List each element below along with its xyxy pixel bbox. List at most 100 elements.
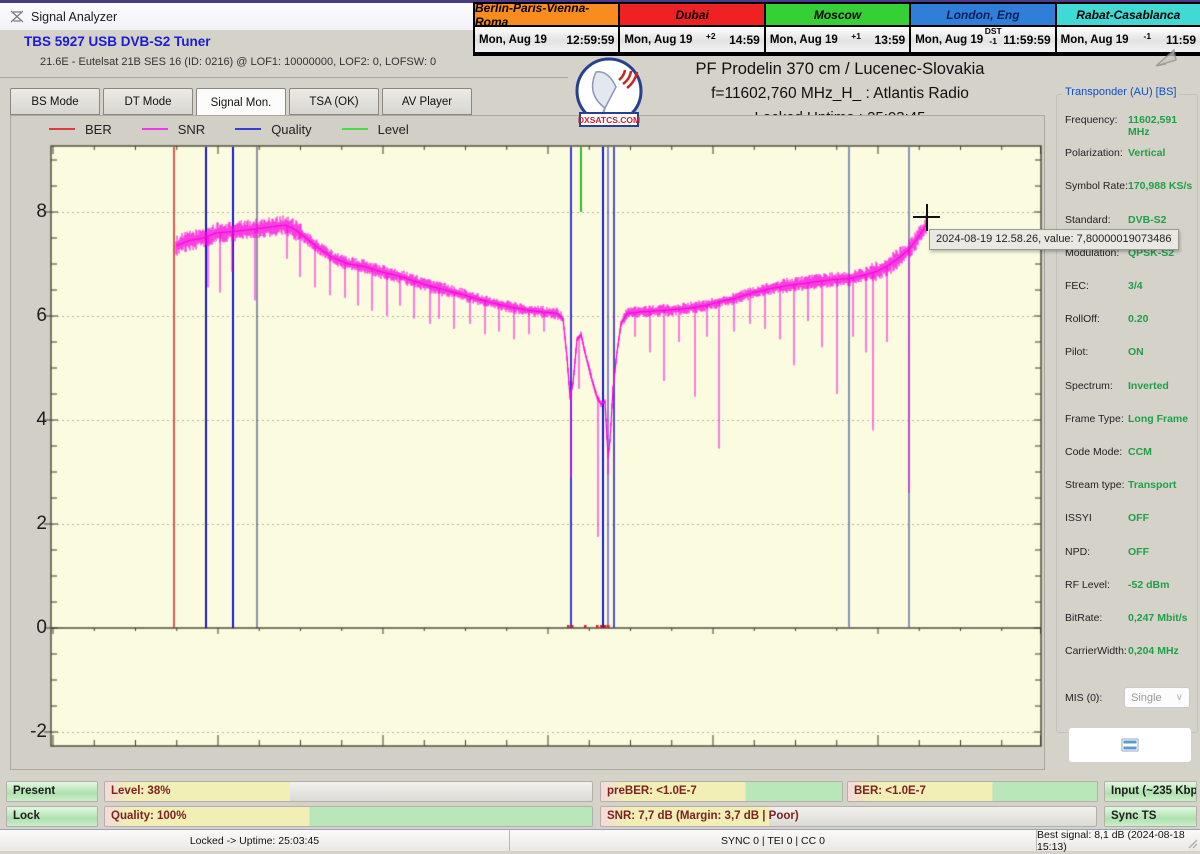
meter-syncts: Sync TS <box>1104 806 1197 827</box>
clock-city: London, Eng <box>911 4 1054 25</box>
transponder-row-symbol-rate-: Symbol Rate:170,988 KS/s <box>1056 180 1196 195</box>
clock-moscow: MoscowMon, Aug 19+113:59 <box>764 4 909 54</box>
clock-date: Mon, Aug 19 <box>770 34 838 46</box>
clock-city: Rabat-Casablanca <box>1057 4 1200 25</box>
legend-line-sample <box>49 128 75 130</box>
tab-av-player[interactable]: AV Player <box>382 88 472 115</box>
tab-bs-mode[interactable]: BS Mode <box>10 88 100 115</box>
clock-date: Mon, Aug 19 <box>915 34 983 46</box>
signal-chart[interactable] <box>41 140 1046 771</box>
clock-london-eng: London, EngMon, Aug 19DST -111:59:59 <box>909 4 1054 54</box>
field-value: Transport <box>1128 479 1176 491</box>
field-label: Code Mode: <box>1065 446 1122 458</box>
meter-label: Quality: 100% <box>111 807 186 826</box>
chart-legend: BERSNRQualityLevel <box>49 118 409 140</box>
clock-time: 13:59 <box>875 33 906 47</box>
meter-input: Input (~235 Kbps) <box>1104 781 1197 802</box>
tab-dt-mode[interactable]: DT Mode <box>103 88 193 115</box>
legend-level: Level <box>342 122 409 137</box>
meter-label: Present <box>13 782 55 801</box>
field-label: Frame Type: <box>1065 413 1124 425</box>
legend-label: Level <box>378 122 409 137</box>
window-title: Signal Analyzer <box>31 10 117 24</box>
transponder-list-button[interactable] <box>1068 727 1192 763</box>
meter-label: Input (~235 Kbps) <box>1111 782 1197 801</box>
tab-signal-mon-[interactable]: Signal Mon. <box>196 88 286 117</box>
app-icon <box>10 10 24 23</box>
field-value: 11602,591 MHz <box>1128 114 1196 138</box>
chart-tooltip: 2024-08-19 12.58.26, value: 7,8000001907… <box>929 229 1179 250</box>
field-label: RollOff: <box>1065 313 1100 325</box>
mode-tabs: BS ModeDT ModeSignal Mon.TSA (OK)AV Play… <box>10 88 472 117</box>
clock-time-row: Mon, Aug 19 12:59:59 <box>475 25 618 52</box>
field-label: BitRate: <box>1065 612 1102 624</box>
field-value: 0,247 Mbit/s <box>1128 612 1188 624</box>
meter-ber: BER: <1.0E-7 <box>847 781 1098 802</box>
meter-lock: Lock <box>6 806 98 827</box>
clock-date: Mon, Aug 19 <box>479 34 547 46</box>
field-value: 170,988 KS/s <box>1128 180 1192 192</box>
field-label: ISSYI <box>1065 512 1092 524</box>
transponder-row-stream-type-: Stream type:Transport <box>1056 479 1196 494</box>
clock-time-row: Mon, Aug 19DST -111:59:59 <box>911 25 1054 52</box>
clock-time: 12:59:59 <box>566 33 614 47</box>
tuner-details: 21.6E - Eutelsat 21B SES 16 (ID: 0216) @… <box>40 56 436 68</box>
clock-utc-offset: DST -1 <box>983 26 1003 46</box>
legend-line-sample <box>235 128 261 130</box>
clock-time-row: Mon, Aug 19+113:59 <box>766 25 909 52</box>
clock-city: Berlin-Paris-Vienna-Roma <box>475 4 618 25</box>
transponder-title: Transponder (AU) [BS] <box>1062 86 1179 98</box>
meter-label: BER: <1.0E-7 <box>854 782 926 801</box>
transponder-row-rolloff-: RollOff:0.20 <box>1056 313 1196 328</box>
transponder-row-bitrate-: BitRate: 0,247 Mbit/s <box>1056 612 1196 627</box>
clock-date: Mon, Aug 19 <box>624 34 692 46</box>
dxsatcs-logo: DXSATCS.COM <box>572 56 646 132</box>
status-sync-counters: SYNC 0 | TEI 0 | CC 0 <box>510 830 1037 851</box>
world-clocks: Berlin-Paris-Vienna-Roma Mon, Aug 19 12:59… <box>473 2 1200 56</box>
transponder-row-rf-level-: RF Level:-52 dBm <box>1056 579 1196 594</box>
clock-date: Mon, Aug 19 <box>1061 34 1129 46</box>
clock-time: 11:59 <box>1166 33 1196 47</box>
resize-grip-icon <box>1188 836 1198 854</box>
transponder-row-code-mode-: Code Mode:CCM <box>1056 446 1196 461</box>
transponder-row-frame-type-: Frame Type:Long Frame <box>1056 413 1196 428</box>
transponder-row-spectrum-: Spectrum:Inverted <box>1056 380 1196 395</box>
meter-label: Lock <box>13 807 40 826</box>
list-icon <box>1121 738 1139 752</box>
meter-snr: SNR: 7,7 dB (Margin: 3,7 dB | Poor) <box>600 806 1097 827</box>
clock-utc-offset: +1 <box>838 31 875 41</box>
clock-time: 14:59 <box>729 33 760 47</box>
tuner-name: TBS 5927 USB DVB-S2 Tuner <box>24 34 211 49</box>
transponder-row-pilot-: Pilot:ON <box>1056 346 1196 361</box>
field-value: DVB-S2 <box>1128 214 1167 226</box>
meter-preber: preBER: <1.0E-7 <box>600 781 843 802</box>
meter-present: Present <box>6 781 98 802</box>
field-label: NPD: <box>1065 546 1090 558</box>
legend-line-sample <box>142 128 168 130</box>
legend-label: Quality <box>271 122 311 137</box>
transponder-row-frequency-: Frequency:11602,591 MHz <box>1056 114 1196 129</box>
field-label: FEC: <box>1065 280 1089 292</box>
status-uptime: Locked -> Uptime: 25:03:45 <box>0 830 510 851</box>
field-label: Frequency: <box>1065 114 1118 126</box>
header-divider <box>0 77 568 78</box>
clock-time-row: Mon, Aug 19+214:59 <box>620 25 763 52</box>
field-label: Pilot: <box>1065 346 1088 358</box>
clock-utc-offset: -1 <box>1129 31 1166 41</box>
mis-dropdown[interactable]: Single ∨ <box>1124 687 1190 708</box>
transponder-row-npd-: NPD: OFF <box>1056 546 1196 561</box>
meter-label: Level: 38% <box>111 782 170 801</box>
legend-ber: BER <box>49 122 112 137</box>
meter-label: SNR: 7,7 dB (Margin: 3,7 dB | Poor) <box>607 807 799 826</box>
tab-tsa-ok-[interactable]: TSA (OK) <box>289 88 379 115</box>
field-value: OFF <box>1128 546 1149 558</box>
legend-quality: Quality <box>235 122 311 137</box>
field-value: 3/4 <box>1128 280 1143 292</box>
status-bar: Locked -> Uptime: 25:03:45 SYNC 0 | TEI … <box>0 829 1200 851</box>
meter-label: Sync TS <box>1111 807 1156 826</box>
clock-city: Dubai <box>620 4 763 25</box>
meter-quality: Quality: 100% <box>104 806 593 827</box>
satellite-flag-icon <box>1152 46 1182 73</box>
field-label: CarrierWidth: <box>1065 645 1127 657</box>
field-label: Stream type: <box>1065 479 1125 491</box>
